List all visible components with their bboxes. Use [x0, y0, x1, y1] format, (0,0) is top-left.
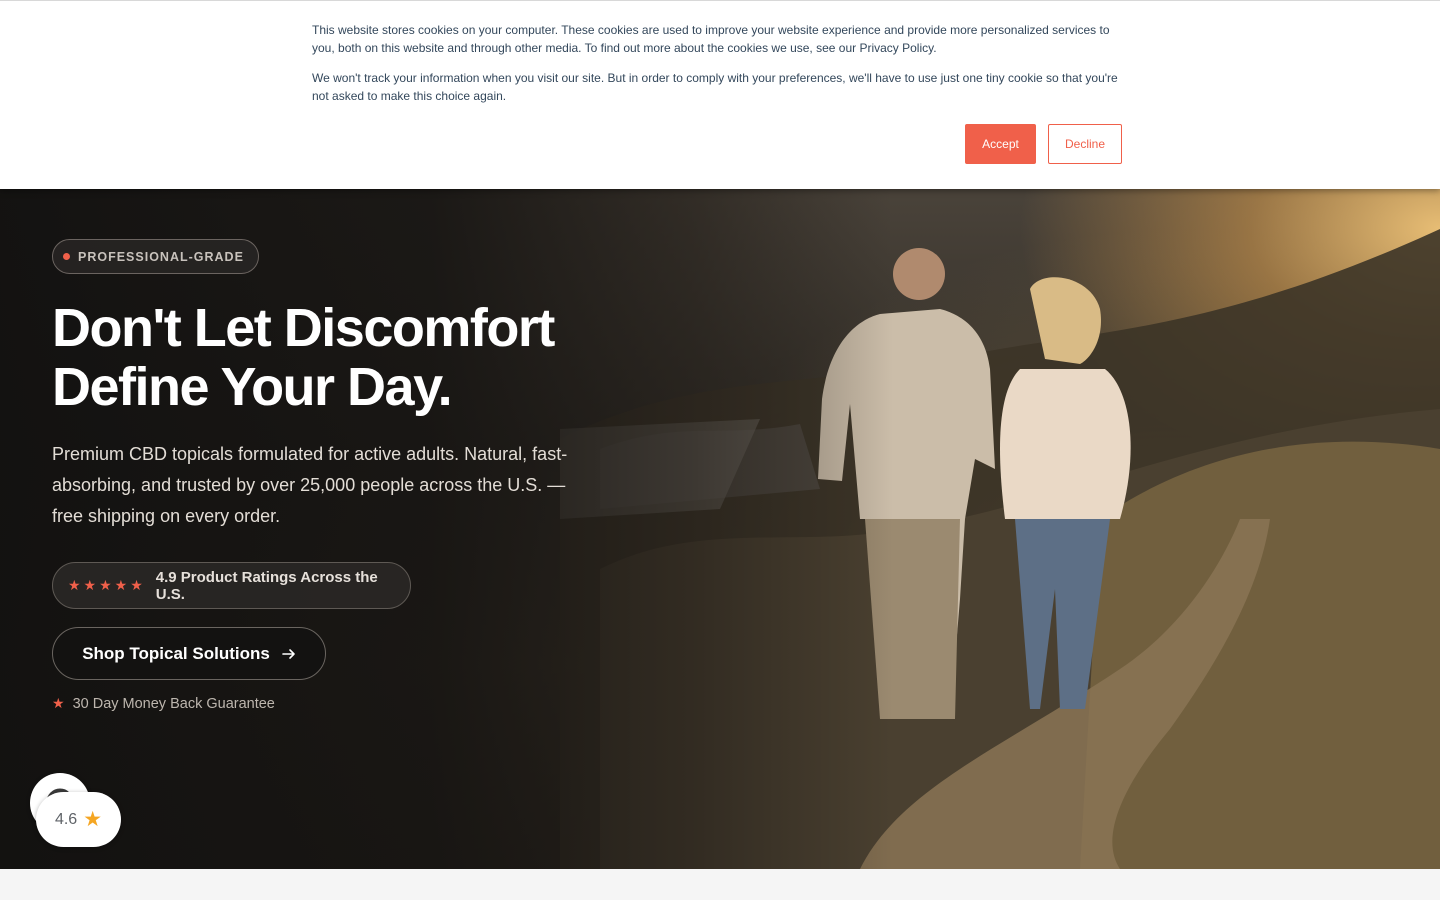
badge-dot-icon: [63, 253, 70, 260]
headline-line-1: Don't Let Discomfort: [52, 298, 555, 358]
cookie-paragraph-2: We won't track your information when you…: [312, 71, 1118, 103]
rating-pill: ★★★★★ 4.9 Product Ratings Across the U.S…: [52, 562, 411, 609]
cookie-text: This website stores cookies on your comp…: [312, 21, 1124, 105]
professional-grade-badge: PROFESSIONAL-GRADE: [52, 239, 259, 274]
guarantee-text: 30 Day Money Back Guarantee: [72, 695, 275, 712]
hero-section: PROFESSIONAL-GRADE Don't Let Discomfort …: [0, 189, 1440, 869]
cookie-banner: This website stores cookies on your comp…: [0, 0, 1440, 189]
decline-cookies-button[interactable]: Decline: [1048, 124, 1122, 164]
cookie-paragraph-1: This website stores cookies on your comp…: [312, 23, 1110, 55]
star-icon: ★: [83, 808, 103, 831]
hero-headline: Don't Let Discomfort Define Your Day.: [52, 299, 612, 417]
review-score: 4.6: [54, 810, 78, 828]
badge-label: PROFESSIONAL-GRADE: [78, 249, 244, 264]
accept-cookies-button[interactable]: Accept: [965, 124, 1036, 164]
star-icon: ★: [52, 695, 65, 711]
review-score-widget[interactable]: 4.6 ★: [36, 792, 121, 847]
arrow-right-icon: [282, 648, 295, 659]
money-back-guarantee: ★ 30 Day Money Back Guarantee: [52, 695, 275, 712]
headline-line-2: Define Your Day.: [52, 357, 453, 417]
rating-stars-icon: ★★★★★: [68, 577, 146, 593]
shop-button-label: Shop Topical Solutions: [82, 643, 270, 663]
rating-text: 4.9 Product Ratings Across the U.S.: [155, 568, 378, 603]
shop-topical-solutions-button[interactable]: Shop Topical Solutions: [52, 627, 326, 680]
hero-subtext: Premium CBD topicals formulated for acti…: [52, 444, 568, 526]
